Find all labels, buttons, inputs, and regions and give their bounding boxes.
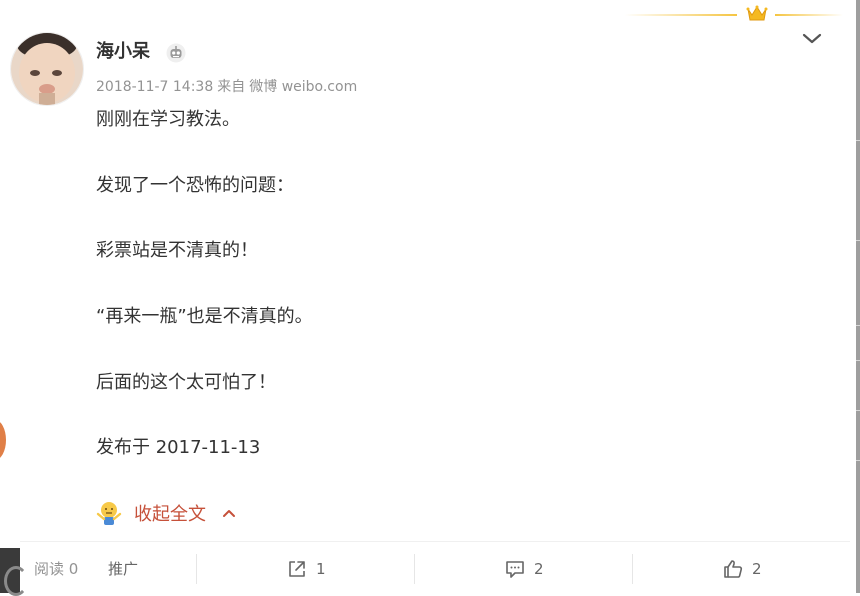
crown-icon [746,5,768,21]
robot-icon [166,43,186,63]
post-line: 后面的这个太可怕了！ [96,372,276,393]
share-count: 1 [316,560,326,578]
like-icon [724,560,743,578]
post-line: 刚刚在学习教法。 [96,109,240,130]
window-edge [856,0,860,593]
post-time[interactable]: 2018-11-7 14:38 [96,79,213,95]
post-footer: 阅读 0 推广 1 2 2 [20,541,850,594]
divider [196,554,197,584]
post-meta: 2018-11-7 14:38 来自 微博 weibo.com [96,77,357,97]
comment-icon [506,561,524,578]
post-line: 发布于 2017-11-13 [96,437,261,458]
comment-count: 2 [534,560,544,578]
shrug-emoji-icon [96,502,122,525]
promote-button[interactable]: 推广 [108,558,138,579]
avatar-image [11,33,83,105]
like-count: 2 [752,560,762,578]
divider [414,554,415,584]
username[interactable]: 海小呆 [96,40,150,64]
chevron-down-icon[interactable] [800,30,824,48]
comment-button[interactable]: 2 [504,554,544,584]
post-line: 彩票站是不清真的！ [96,240,258,261]
divider [632,554,633,584]
vip-decor-line [625,14,843,16]
avatar[interactable] [10,32,84,106]
post-source: 微博 weibo.com [249,79,358,95]
collapse-button[interactable]: 收起全文 [96,500,236,526]
collapse-label[interactable]: 收起全文 [134,500,206,526]
like-button[interactable]: 2 [722,554,762,584]
read-count: 阅读 0 [34,560,79,578]
share-button[interactable]: 1 [286,554,326,584]
adjacent-avatar-fragment [0,420,6,460]
chevron-up-icon[interactable] [222,508,236,518]
adjacent-media-fragment [0,548,28,596]
post-line: “再来一瓶”也是不清真的。 [96,306,313,327]
source-prefix: 来自 [217,79,246,95]
post-line: 发现了一个恐怖的问题： [96,175,294,196]
share-icon [289,561,305,577]
